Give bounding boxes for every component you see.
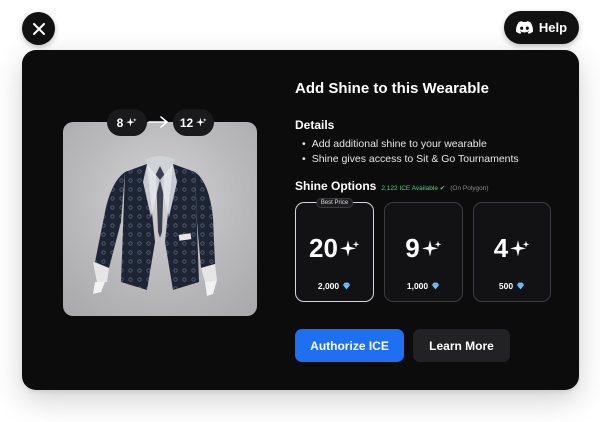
option-value: 9 xyxy=(385,233,462,264)
learn-more-button[interactable]: Learn More xyxy=(413,329,510,362)
shine-option-20[interactable]: Best Price 20 2,000 xyxy=(295,198,374,302)
details-heading: Details xyxy=(295,118,335,132)
ice-diamond-icon xyxy=(431,282,440,290)
sparkle-icon xyxy=(421,239,442,256)
ice-diamond-icon xyxy=(342,282,351,290)
wearable-preview xyxy=(63,122,257,316)
option-price: 500 xyxy=(474,281,550,291)
network-note: (On Polygon) xyxy=(450,185,489,192)
help-button[interactable]: Help xyxy=(504,11,579,44)
new-shine-value: 12 xyxy=(179,115,194,130)
close-icon xyxy=(32,22,45,35)
ice-available-text: 2,122 ICE Available ✔ xyxy=(381,185,446,192)
sparkle-icon xyxy=(339,239,360,256)
shine-options-heading: Shine Options 2,122 ICE Available ✔ (On … xyxy=(295,179,489,193)
ice-diamond-icon xyxy=(516,282,525,290)
current-shine-value: 8 xyxy=(116,115,124,130)
authorize-ice-button[interactable]: Authorize ICE xyxy=(295,329,404,362)
shine-option-4[interactable]: 4 500 xyxy=(473,202,551,302)
new-shine-badge: 12 xyxy=(173,109,214,136)
discord-icon xyxy=(515,21,533,34)
details-item: Add additional shine to your wearable xyxy=(302,137,519,152)
option-price-value: 500 xyxy=(498,281,514,291)
option-value: 4 xyxy=(474,233,550,264)
add-shine-modal: 8 12 Add Shine to this Wearable Details … xyxy=(22,50,579,390)
arrow-right-icon xyxy=(148,116,168,128)
shine-options-label: Shine Options xyxy=(295,179,377,193)
sparkle-icon xyxy=(510,239,530,256)
option-price-value: 1,000 xyxy=(406,281,429,291)
details-item: Shine gives access to Sit & Go Tournamen… xyxy=(302,152,519,167)
sparkle-icon xyxy=(126,117,137,127)
option-price: 1,000 xyxy=(385,281,462,291)
option-value-number: 4 xyxy=(493,233,509,263)
option-value-number: 9 xyxy=(405,233,420,263)
option-value-number: 20 xyxy=(309,233,338,263)
details-list: Add additional shine to your wearable Sh… xyxy=(302,137,519,167)
shine-option-9[interactable]: 9 1,000 xyxy=(384,202,463,302)
best-price-badge: Best Price xyxy=(315,198,354,208)
modal-title: Add Shine to this Wearable xyxy=(295,80,489,97)
jacket-image xyxy=(93,156,217,296)
option-price-value: 2,000 xyxy=(317,281,340,291)
help-label: Help xyxy=(538,20,568,35)
option-price: 2,000 xyxy=(296,281,373,291)
current-shine-badge: 8 xyxy=(107,109,147,136)
close-button[interactable] xyxy=(22,12,55,45)
option-value: 20 xyxy=(296,233,373,264)
sparkle-icon xyxy=(196,117,207,127)
